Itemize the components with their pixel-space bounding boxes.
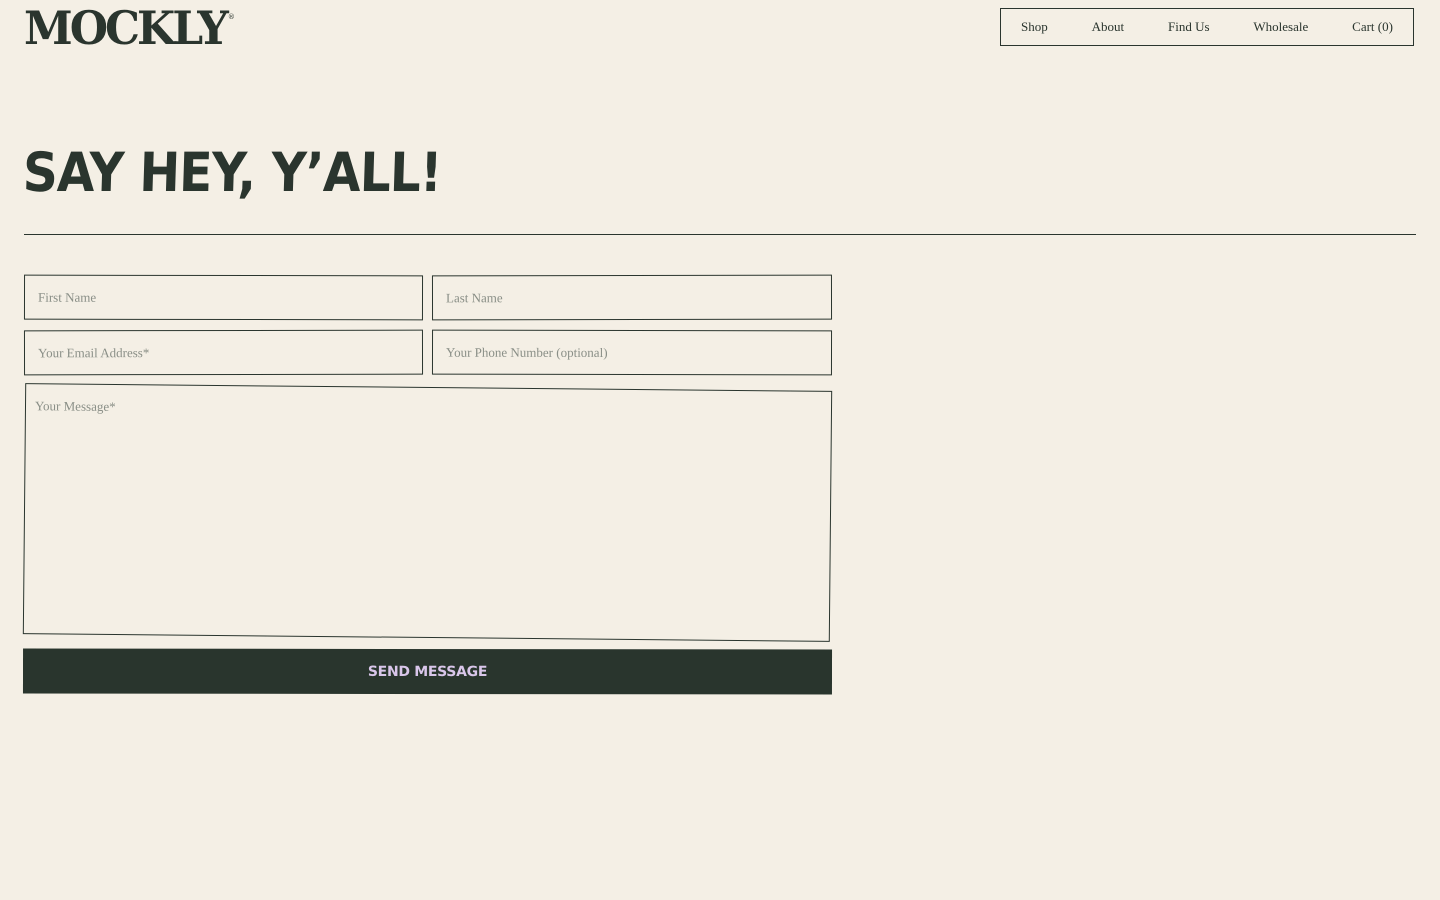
brand-logo[interactable]: MOCKLY ® xyxy=(24,1,235,56)
brand-wordmark: MOCKLY xyxy=(24,1,229,56)
main-nav: Shop About Find Us Wholesale Cart (0) xyxy=(1000,8,1414,46)
nav-item-about[interactable]: About xyxy=(1092,19,1125,35)
title-divider xyxy=(24,234,1416,235)
site-header: MOCKLY ® Shop About Find Us Wholesale Ca… xyxy=(0,0,1440,56)
nav-item-shop[interactable]: Shop xyxy=(1021,19,1048,35)
message-textarea[interactable] xyxy=(22,383,833,642)
registered-mark: ® xyxy=(227,13,235,21)
nav-item-find-us[interactable]: Find Us xyxy=(1168,19,1210,35)
last-name-input[interactable] xyxy=(431,274,833,321)
email-input[interactable] xyxy=(23,329,424,376)
nav-item-cart[interactable]: Cart (0) xyxy=(1352,19,1393,35)
page-title: SAY HEY, Y’ALL! xyxy=(21,141,443,204)
send-message-button[interactable]: Send Message xyxy=(22,648,833,695)
phone-input[interactable] xyxy=(431,329,833,376)
nav-item-wholesale[interactable]: Wholesale xyxy=(1253,19,1308,35)
first-name-input[interactable] xyxy=(23,274,424,321)
